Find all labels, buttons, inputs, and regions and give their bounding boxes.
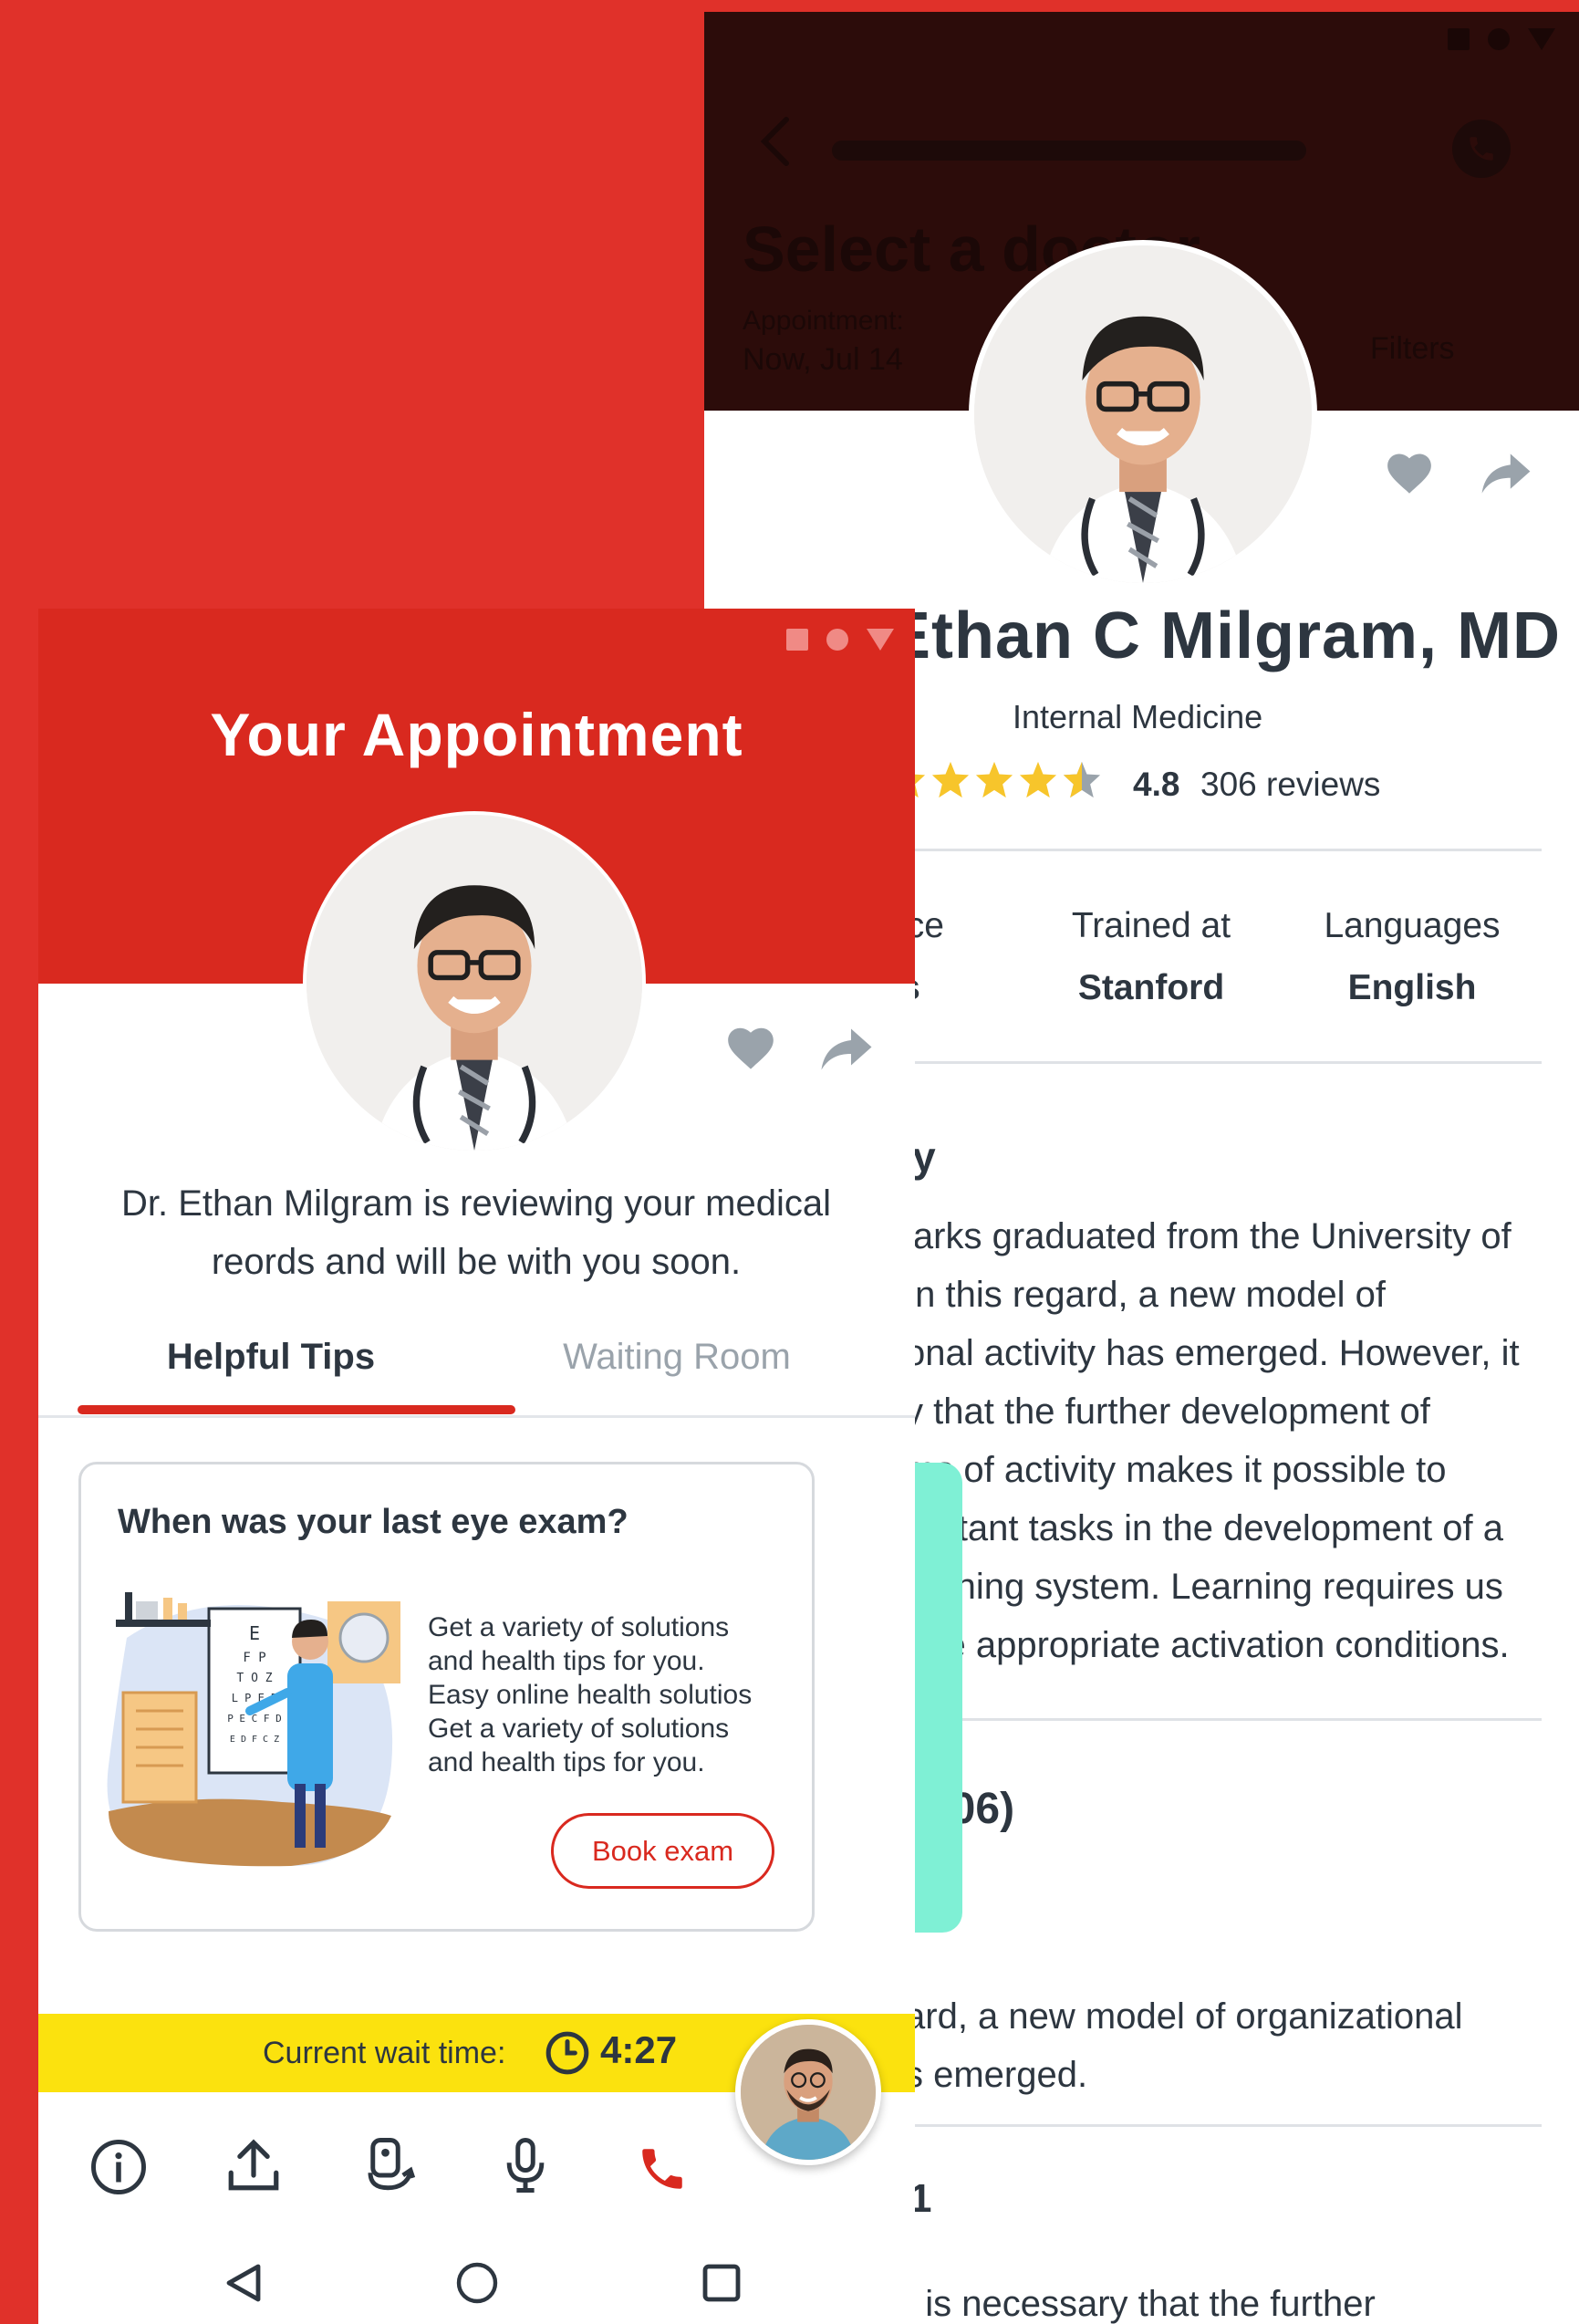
tip-line: and health tips for you. — [428, 1747, 705, 1777]
status-square-icon — [786, 629, 808, 651]
biography-line: larks graduated from the University of — [905, 1216, 1511, 1256]
active-tab-indicator — [78, 1405, 515, 1414]
review-count[interactable]: 306 reviews — [1200, 766, 1380, 804]
review-line: ard, a new model of organizational — [905, 1996, 1463, 2037]
stat-label: Trained at — [1071, 906, 1231, 945]
review-text: ard, a new model of organizational s eme… — [905, 1987, 1462, 2104]
biography-line: onal activity has emerged. However, it — [905, 1333, 1520, 1373]
eye-chart-row: T O Z — [236, 1672, 272, 1685]
microphone-icon[interactable] — [491, 2131, 560, 2200]
rating-stars — [887, 760, 1102, 798]
status-bar — [1448, 28, 1555, 50]
status-triangle-icon — [1528, 28, 1555, 50]
doctor-name: Ethan C Milgram, MD — [887, 599, 1562, 672]
tab-helpful-tips[interactable]: Helpful Tips — [120, 1337, 421, 1378]
status-bar — [786, 629, 894, 651]
biography-text: larks graduated from the University of I… — [905, 1207, 1562, 1674]
rating-value: 4.8 — [1133, 766, 1180, 803]
filters-button[interactable]: Filters — [1370, 331, 1455, 367]
status-triangle-icon — [867, 629, 894, 651]
doctor-status-message: Dr. Ethan Milgram is reviewing your medi… — [120, 1183, 832, 1282]
doctor-avatar-image — [974, 245, 1312, 583]
appointment-label: Appointment: — [743, 306, 904, 336]
tip-description: Get a variety of solutions and health ti… — [428, 1610, 752, 1779]
home-circle-icon[interactable] — [445, 2251, 509, 2315]
half-star-icon — [1063, 761, 1101, 798]
eye-chart-row: F P — [243, 1651, 265, 1665]
eye-chart-row: E D F C Z — [230, 1735, 279, 1745]
tip-line: and health tips for you. — [428, 1646, 705, 1676]
stat-value: English — [1347, 968, 1477, 1007]
biography-line: training system. Learning requires us — [905, 1567, 1503, 1607]
biography-line: ms of activity makes it possible to — [905, 1450, 1447, 1490]
share-icon[interactable] — [1480, 452, 1532, 500]
page-title: Your Appointment — [210, 701, 743, 768]
share-icon[interactable] — [819, 1027, 874, 1077]
patient-video-avatar[interactable] — [735, 2019, 881, 2165]
eye-chart-row: E — [249, 1622, 260, 1644]
star-icon — [975, 761, 1013, 798]
biography-line: portant tasks in the development of a — [905, 1508, 1503, 1548]
favorite-heart-icon[interactable] — [1384, 450, 1435, 500]
doctor-avatar-image — [306, 815, 642, 1151]
biography-line: y that the further development of — [905, 1391, 1430, 1432]
phone-hangup-icon[interactable] — [628, 2134, 697, 2204]
tip-line: Get a variety of solutions — [428, 1612, 730, 1642]
review-line: s emerged. — [905, 2055, 1088, 2095]
info-icon[interactable] — [84, 2132, 153, 2202]
phone-icon — [1470, 137, 1493, 161]
call-button[interactable] — [1452, 120, 1511, 178]
tip-line: Easy online health solutios — [428, 1680, 753, 1710]
upload-icon[interactable] — [219, 2131, 288, 2200]
call-progress-track — [832, 141, 1306, 161]
clock-icon — [545, 2030, 590, 2080]
status-square-icon — [1448, 28, 1470, 50]
wait-time-value: 4:27 — [600, 2028, 678, 2071]
star-icon — [1019, 761, 1057, 798]
eye-chart-row: P E C F D — [227, 1713, 282, 1725]
doctor-specialty: Internal Medicine — [1013, 698, 1263, 735]
book-exam-button[interactable]: Book exam — [551, 1813, 774, 1889]
tip-line: Get a variety of solutions — [428, 1714, 730, 1744]
doctor-photo — [969, 240, 1317, 589]
stat-value: Stanford — [1077, 968, 1225, 1007]
eye-exam-illustration: E F P T O Z L P E D P E C F D E D F C Z — [99, 1583, 400, 1875]
section-text: : is necessary that the further — [905, 2284, 1376, 2324]
recents-square-icon[interactable] — [690, 2251, 753, 2315]
appointment-date[interactable]: Now, Jul 14 — [743, 342, 903, 378]
tabs-divider — [38, 1415, 915, 1418]
status-circle-icon — [826, 629, 848, 651]
patient-avatar-image — [741, 2025, 876, 2160]
stat-label: Languages — [1324, 906, 1501, 945]
tab-waiting-room[interactable]: Waiting Room — [526, 1337, 827, 1378]
favorite-heart-icon[interactable] — [724, 1024, 777, 1076]
camera-rotate-icon[interactable] — [356, 2131, 425, 2200]
star-icon — [931, 761, 970, 798]
back-chevron-icon[interactable] — [757, 114, 794, 173]
status-circle-icon — [1488, 28, 1510, 50]
wait-time-label: Current wait time: — [263, 2036, 506, 2070]
back-triangle-icon[interactable] — [212, 2251, 275, 2315]
stats-row: nce rs Trained at Stanford Languages Eng… — [887, 906, 1553, 1025]
biography-line: In this regard, a new model of — [905, 1275, 1386, 1315]
biography-line: the appropriate activation conditions. — [905, 1625, 1510, 1665]
tip-title: When was your last eye exam? — [118, 1503, 628, 1541]
doctor-photo — [303, 811, 646, 1154]
